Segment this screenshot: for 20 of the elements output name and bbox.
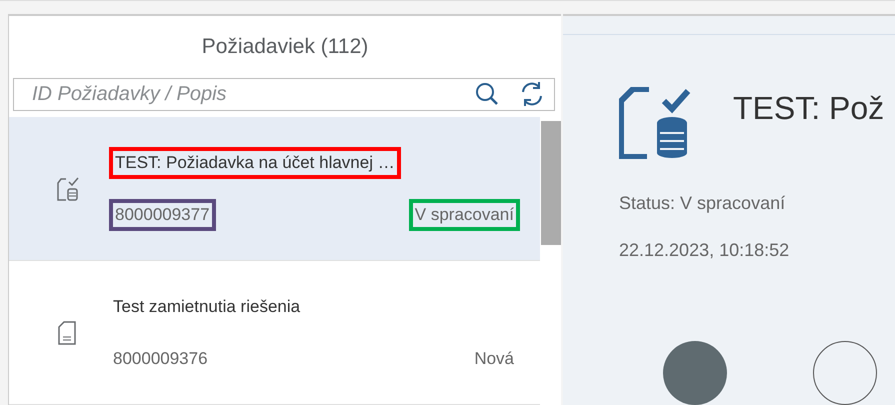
document-database-icon xyxy=(619,87,693,159)
item-status: V spracovaní xyxy=(408,198,520,230)
search-field[interactable]: ID Požiadavky / Popis xyxy=(13,78,555,111)
scrollbar[interactable] xyxy=(541,121,561,245)
list-title: Požiadaviek (112) xyxy=(202,34,368,59)
item-id: 8000009377 xyxy=(109,198,216,230)
list-item[interactable]: TEST: Požiadavka na účet hlavnej … 8000009377 V spracovaní xyxy=(9,117,540,261)
list-item[interactable]: Test zamietnutia riešenia 8000009376 Nová xyxy=(9,261,540,405)
detail-date: 22.12.2023, 10:18:52 xyxy=(619,240,790,261)
search-input[interactable]: ID Požiadavky / Popis xyxy=(30,82,456,107)
action-button[interactable] xyxy=(813,341,877,405)
detail-status: Status: V spracovaní xyxy=(619,193,786,214)
item-status: Nová xyxy=(473,348,515,370)
item-title: TEST: Požiadavka na účet hlavnej … xyxy=(109,146,401,178)
document-check-icon xyxy=(57,176,79,202)
search-icon[interactable] xyxy=(474,81,500,108)
item-title: Test zamietnutia riešenia xyxy=(112,296,302,318)
document-icon xyxy=(57,320,77,346)
detail-title: TEST: Pož xyxy=(733,90,884,126)
item-id: 8000009376 xyxy=(112,348,209,370)
